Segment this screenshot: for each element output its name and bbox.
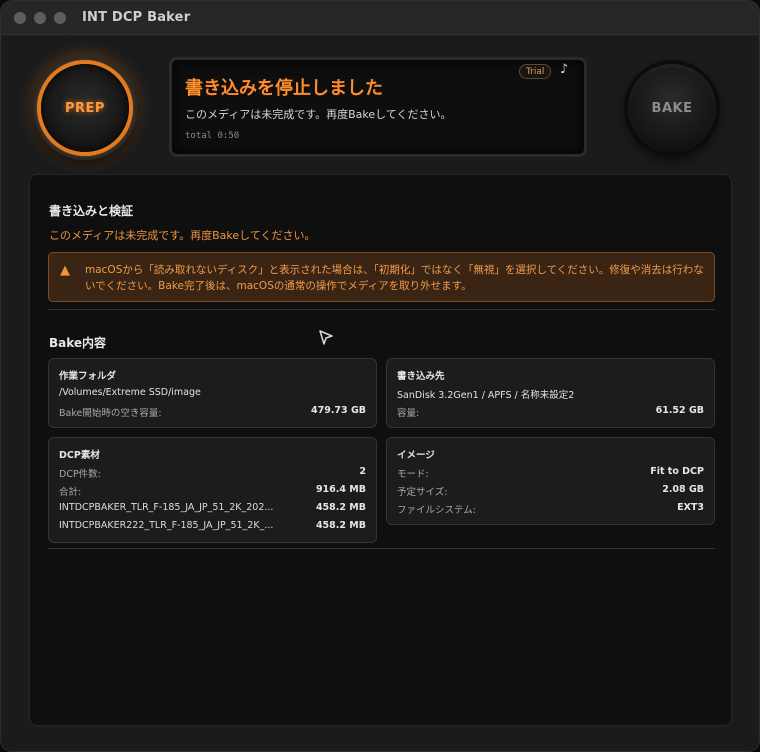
image-mode-label: モード:: [397, 469, 429, 480]
bake-contents-title: Bake内容: [49, 336, 107, 350]
dcp-total-label: 合計:: [59, 487, 82, 498]
dcp-item-name: INTDCPBAKER_TLR_F-185_JA_JP_51_2K_202...: [59, 502, 274, 513]
image-size-label: 予定サイズ:: [397, 487, 448, 498]
mouse-cursor-icon: [318, 329, 334, 350]
disk-alert-box: ▲ macOSから「読み取れないディスク」と表示された場合は、「初期化」ではなく…: [48, 252, 715, 302]
destination-card: 書き込み先 SanDisk 3.2Gen1 / APFS / 名称未設定2 容量…: [386, 358, 715, 428]
minimize-window-button[interactable]: [34, 11, 46, 24]
image-size-value: 2.08 GB: [662, 484, 704, 495]
disk-alert-text: macOSから「読み取れないディスク」と表示された場合は、「初期化」ではなく「無…: [85, 264, 704, 292]
prep-button[interactable]: PREP: [33, 56, 137, 160]
app-window: INT DCP Baker PREP 書き込みを停止しました このメディアは未完…: [0, 0, 760, 752]
status-display: 書き込みを停止しました このメディアは未完成です。再度Bakeしてください。 t…: [169, 57, 587, 157]
dcp-card: DCP素材 DCP件数: 2 合計: 916.4 MB INTDCPBAKER_…: [48, 437, 377, 543]
main-panel: 書き込みと検証 このメディアは未完成です。再度Bakeしてください。 ▲ mac…: [29, 174, 732, 726]
image-title: イメージ: [397, 450, 435, 461]
bake-button[interactable]: BAKE: [628, 64, 716, 152]
image-fs-row: ファイルシステム: EXT3: [397, 502, 704, 516]
dcp-total-row: 合計: 916.4 MB: [59, 484, 366, 498]
window-title: INT DCP Baker: [82, 10, 191, 25]
dcp-item-row: INTDCPBAKER_TLR_F-185_JA_JP_51_2K_202...…: [59, 502, 366, 516]
free-space-row: Bake開始時の空き容量: 479.73 GB: [59, 405, 366, 419]
image-card: イメージ モード: Fit to DCP 予定サイズ: 2.08 GB ファイル…: [386, 437, 715, 525]
work-folder-card: 作業フォルダ /Volumes/Extreme SSD/image Bake開始…: [48, 358, 377, 428]
close-window-button[interactable]: [14, 11, 26, 24]
free-space-value: 479.73 GB: [310, 405, 366, 416]
section-divider: [48, 309, 715, 310]
image-mode-value: Fit to DCP: [650, 466, 704, 477]
bake-button-label: BAKE: [651, 100, 693, 116]
dcp-count-label: DCP件数:: [59, 469, 101, 480]
trial-badge: Trial: [519, 64, 552, 79]
dcp-item-row: INTDCPBAKER222_TLR_F-185_JA_JP_51_2K_...…: [59, 520, 366, 534]
destination-device: SanDisk 3.2Gen1 / APFS / 名称未設定2: [397, 390, 575, 401]
dcp-item-name: INTDCPBAKER222_TLR_F-185_JA_JP_51_2K_...: [59, 520, 274, 531]
status-total-time: total 0:50: [185, 131, 240, 141]
warning-triangle-icon: ▲: [60, 263, 70, 278]
work-folder-path: /Volumes/Extreme SSD/image: [59, 387, 201, 398]
work-folder-title: 作業フォルダ: [59, 371, 117, 382]
image-mode-row: モード: Fit to DCP: [397, 466, 704, 480]
window-controls: [14, 11, 66, 24]
free-space-label: Bake開始時の空き容量:: [59, 408, 162, 419]
write-verify-title: 書き込みと検証: [49, 204, 134, 218]
image-size-row: 予定サイズ: 2.08 GB: [397, 484, 704, 498]
image-fs-label: ファイルシステム:: [397, 505, 476, 516]
status-subtitle: このメディアは未完成です。再度Bakeしてください。: [185, 108, 452, 121]
title-bar: INT DCP Baker: [1, 1, 759, 35]
zoom-window-button[interactable]: [54, 11, 66, 24]
destination-title: 書き込み先: [397, 371, 445, 382]
section-divider: [48, 548, 715, 549]
dcp-total-value: 916.4 MB: [315, 484, 366, 495]
image-fs-value: EXT3: [677, 502, 704, 513]
prep-button-label: PREP: [65, 100, 105, 116]
status-title: 書き込みを停止しました: [185, 78, 383, 99]
dcp-title: DCP素材: [59, 450, 100, 461]
capacity-label: 容量:: [397, 408, 420, 419]
dcp-count-row: DCP件数: 2: [59, 466, 366, 480]
dcp-count-value: 2: [359, 466, 366, 477]
capacity-row: 容量: 61.52 GB: [397, 405, 704, 419]
incomplete-warning: このメディアは未完成です。再度Bakeしてください。: [49, 229, 316, 242]
dcp-item-size: 458.2 MB: [315, 520, 366, 531]
capacity-value: 61.52 GB: [655, 405, 704, 416]
music-note-icon[interactable]: ♪: [560, 62, 568, 77]
dcp-item-size: 458.2 MB: [315, 502, 366, 513]
